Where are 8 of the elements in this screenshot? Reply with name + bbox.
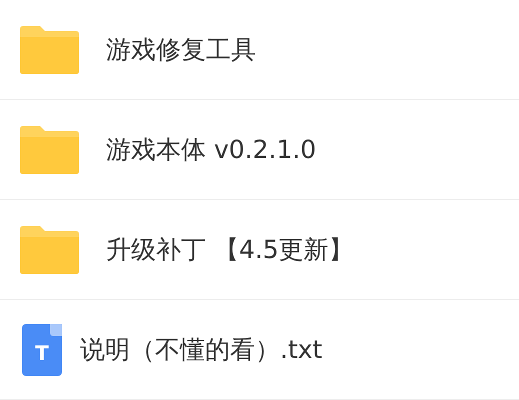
text-file-icon: T xyxy=(22,324,62,376)
file-name[interactable]: 游戏本体 v0.2.1.0 xyxy=(106,130,316,168)
folder-icon xyxy=(18,124,80,174)
file-name[interactable]: 游戏修复工具 xyxy=(106,30,256,68)
folder-icon xyxy=(18,224,80,274)
file-name[interactable]: 说明（不懂的看）.txt xyxy=(80,330,322,368)
folder-icon xyxy=(18,24,80,74)
file-name[interactable]: 升级补丁 【4.5更新】 xyxy=(106,230,354,268)
